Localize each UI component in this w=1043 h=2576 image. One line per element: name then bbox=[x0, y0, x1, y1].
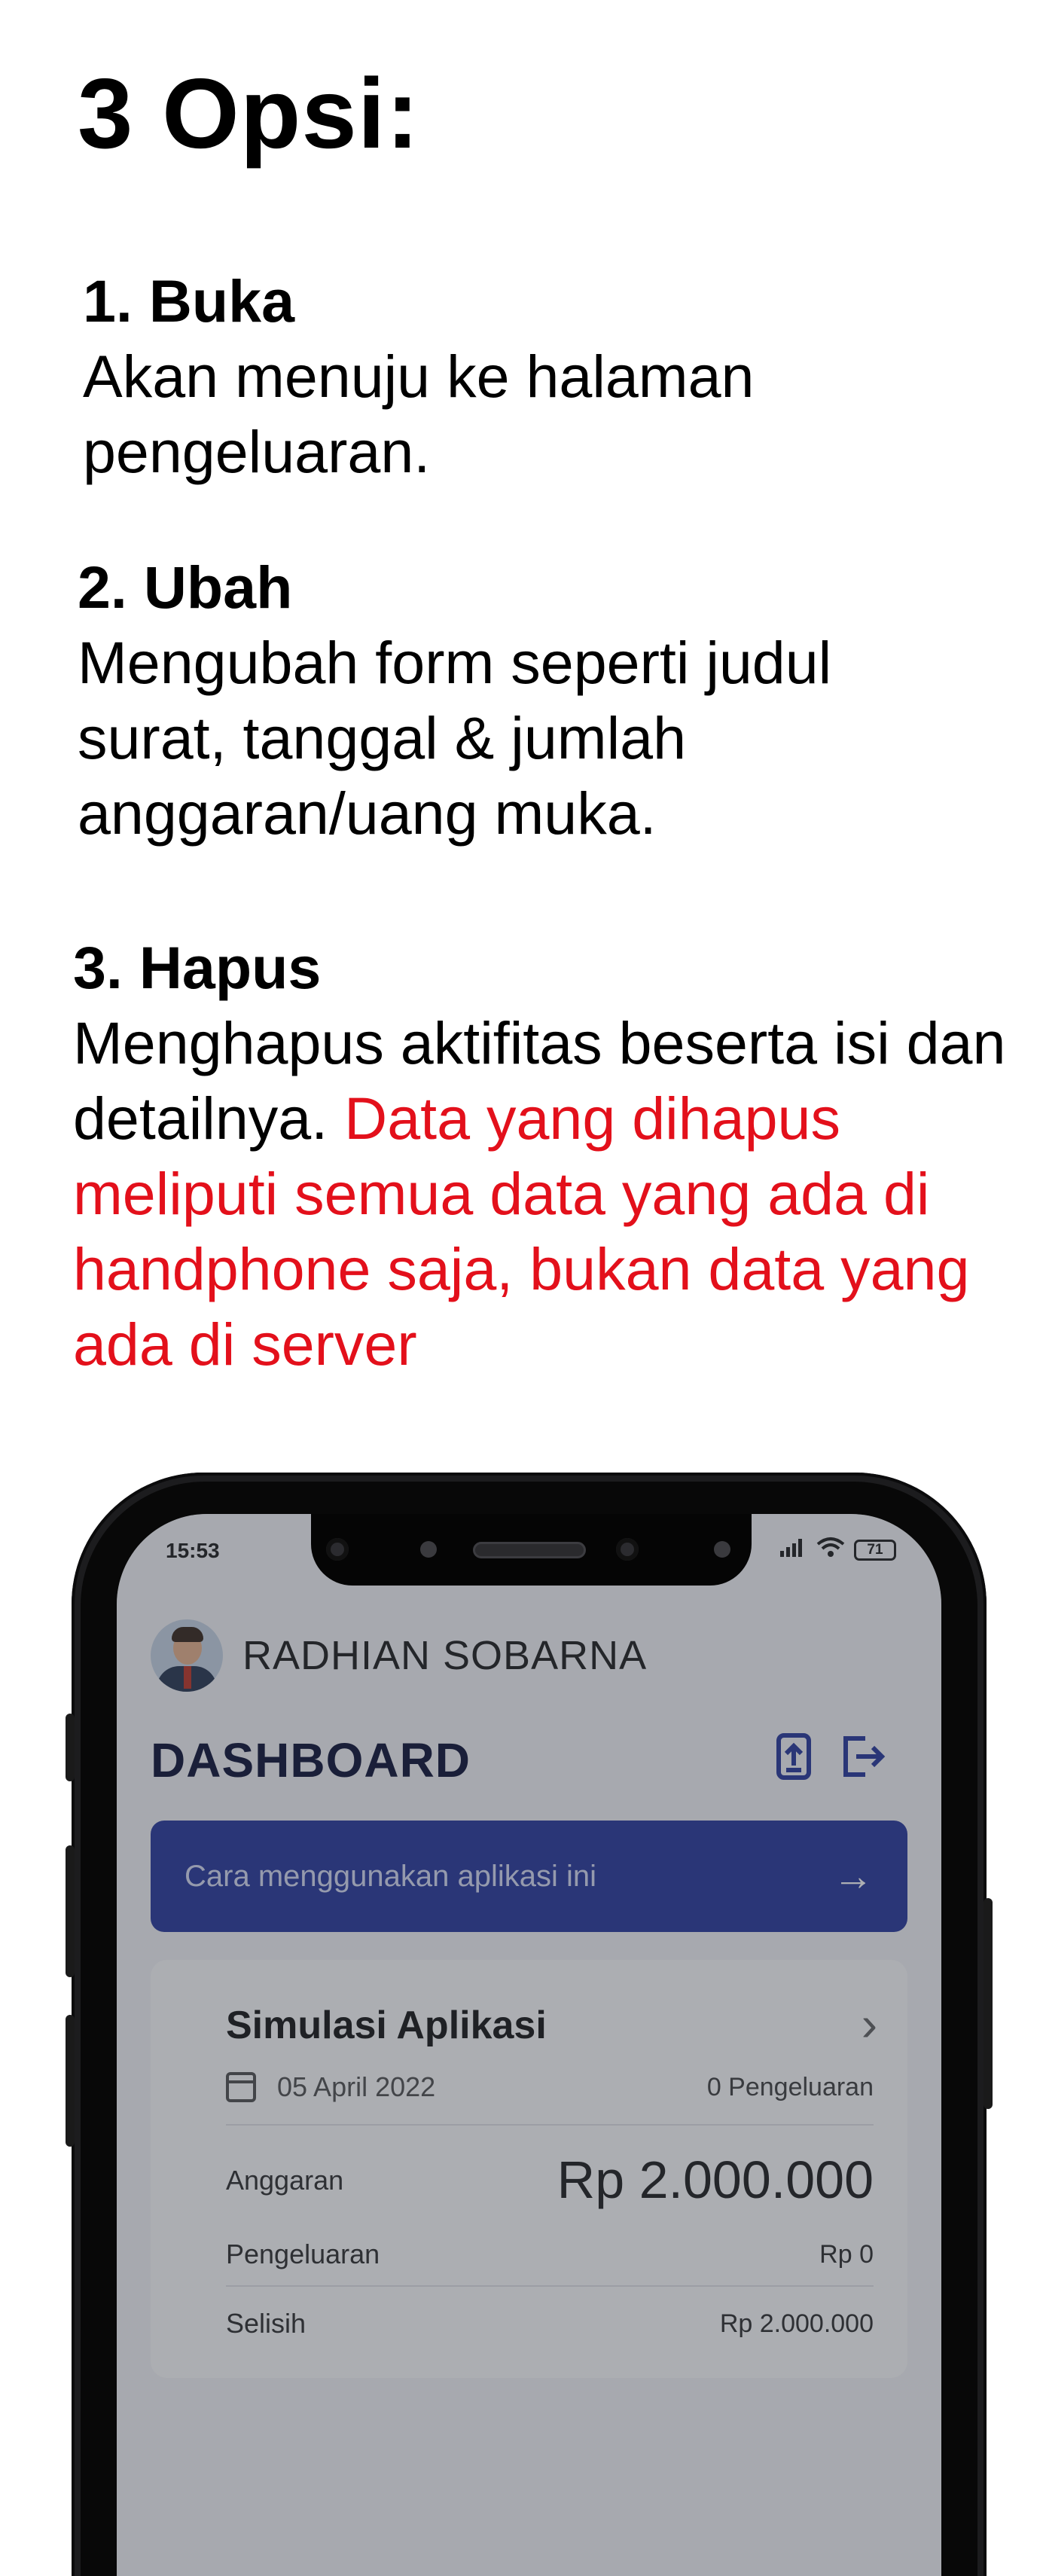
phone-notch bbox=[311, 1514, 752, 1586]
volume-button bbox=[66, 1714, 75, 1781]
activity-card[interactable]: Simulasi Aplikasi › 05 April 2022 0 Peng… bbox=[151, 1960, 907, 2378]
sensor bbox=[714, 1541, 730, 1558]
sensor bbox=[420, 1541, 437, 1558]
option-heading: 3. Hapus bbox=[73, 934, 322, 1001]
expense-label: Pengeluaran bbox=[226, 2239, 380, 2269]
user-profile: RADHIAN SOBARNA bbox=[151, 1619, 647, 1692]
phone-frame: 15:53 71 RADHIAN SOBARNA DASHBOARD Cara … bbox=[66, 1473, 993, 2576]
option-open: 1. Buka Akan menuju ke halaman pengeluar… bbox=[83, 264, 1024, 490]
activity-title: Simulasi Aplikasi bbox=[226, 2004, 547, 2047]
option-delete: 3. Hapus Menghapus aktifitas beserta isi… bbox=[73, 930, 1037, 1382]
battery-icon: 71 bbox=[854, 1539, 896, 1561]
option-description: Menghapus aktifitas beserta isi dan deta… bbox=[73, 1006, 1037, 1382]
calendar-icon bbox=[226, 2072, 256, 2102]
volume-down-button bbox=[66, 2015, 75, 2147]
option-heading: 1. Buka bbox=[83, 267, 295, 334]
option-edit: 2. Ubah Mengubah form seperti judul sura… bbox=[78, 550, 1019, 851]
arrow-right-icon: → bbox=[833, 1854, 874, 1899]
budget-label: Anggaran bbox=[226, 2165, 344, 2196]
divider bbox=[226, 2124, 874, 2126]
expense-value: Rp 0 bbox=[819, 2240, 874, 2269]
user-name: RADHIAN SOBARNA bbox=[242, 1633, 648, 1678]
option-description: Mengubah form seperti judul surat, tangg… bbox=[78, 629, 832, 847]
difference-label: Selisih bbox=[226, 2308, 306, 2339]
expense-count: 0 Pengeluaran bbox=[706, 2073, 874, 2101]
camera bbox=[616, 1538, 639, 1561]
avatar bbox=[151, 1619, 223, 1692]
phone-screen: 15:53 71 RADHIAN SOBARNA DASHBOARD Cara … bbox=[117, 1514, 941, 2576]
budget-value: Rp 2.000.000 bbox=[557, 2150, 874, 2209]
wifi-icon bbox=[816, 1537, 845, 1563]
option-description: Akan menuju ke halaman pengeluaran. bbox=[83, 343, 755, 485]
logout-icon[interactable] bbox=[840, 1732, 886, 1781]
upload-icon[interactable] bbox=[776, 1732, 818, 1781]
speaker bbox=[473, 1542, 586, 1558]
dashboard-title: DASHBOARD bbox=[151, 1733, 471, 1787]
difference-value: Rp 2.000.000 bbox=[719, 2309, 874, 2338]
help-button-label: Cara menggunakan aplikasi ini bbox=[185, 1859, 596, 1893]
activity-date-text: 05 April 2022 bbox=[277, 2071, 436, 2102]
divider bbox=[226, 2285, 874, 2287]
option-heading: 2. Ubah bbox=[78, 554, 293, 621]
status-icons: 71 bbox=[780, 1537, 896, 1563]
help-button[interactable]: Cara menggunakan aplikasi ini → bbox=[151, 1821, 907, 1932]
signal-icon bbox=[780, 1537, 807, 1562]
status-time: 15:53 bbox=[166, 1539, 220, 1562]
activity-date: 05 April 2022 bbox=[226, 2071, 435, 2103]
camera bbox=[326, 1538, 349, 1561]
power-button bbox=[984, 1898, 993, 2109]
volume-up-button bbox=[66, 1845, 75, 1977]
chevron-right-icon: › bbox=[861, 1997, 877, 2051]
page-title: 3 Opsi: bbox=[78, 58, 420, 169]
